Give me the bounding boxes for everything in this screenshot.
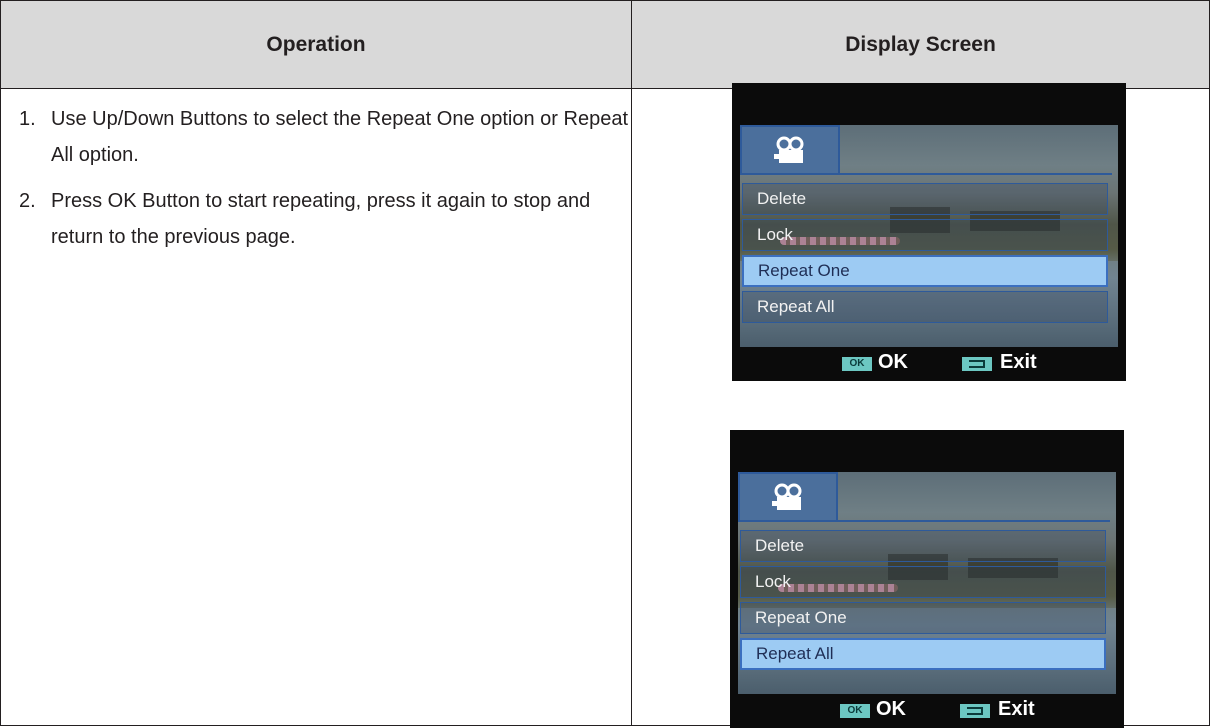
- back-arrow-icon: [960, 704, 990, 718]
- header-operation: Operation: [266, 33, 366, 56]
- movie-camera-icon: [772, 483, 802, 510]
- ok-button-icon: OK: [840, 704, 870, 718]
- menu-item-delete[interactable]: Delete: [742, 183, 1108, 215]
- step-text: Press OK Button to start repeating, pres…: [51, 190, 591, 248]
- exit-label: Exit: [998, 698, 1035, 720]
- display-screen-repeat-one: Delete Lock Repeat One Repeat All OK OK …: [732, 83, 1126, 381]
- column-divider: [631, 1, 632, 725]
- menu-tab[interactable]: [738, 472, 838, 522]
- step-number: 1.: [19, 108, 36, 130]
- softkey-bar: OK OK Exit: [730, 694, 1124, 728]
- step-number: 2.: [19, 190, 36, 212]
- menu-item-lock[interactable]: Lock: [740, 566, 1106, 598]
- table-header: Operation Display Screen: [1, 1, 1209, 89]
- ok-label: OK: [878, 351, 908, 373]
- exit-label: Exit: [1000, 351, 1037, 373]
- menu-item-delete[interactable]: Delete: [740, 530, 1106, 562]
- menu-item-lock[interactable]: Lock: [742, 219, 1108, 251]
- header-display-screen: Display Screen: [845, 33, 996, 56]
- back-arrow-icon: [962, 357, 992, 371]
- step-item: 1. Use Up/Down Buttons to select the Rep…: [19, 101, 631, 173]
- menu-item-repeat-all[interactable]: Repeat All: [740, 638, 1106, 670]
- softkey-bar: OK OK Exit: [732, 347, 1126, 381]
- menu-item-repeat-one[interactable]: Repeat One: [742, 255, 1108, 287]
- menu-item-repeat-one[interactable]: Repeat One: [740, 602, 1106, 634]
- menu-tab[interactable]: [740, 125, 840, 175]
- operation-steps: 1. Use Up/Down Buttons to select the Rep…: [19, 101, 631, 265]
- display-screen-repeat-all: Delete Lock Repeat One Repeat All OK OK …: [730, 430, 1124, 728]
- movie-camera-icon: [774, 136, 804, 163]
- ok-button-icon: OK: [842, 357, 872, 371]
- ok-label: OK: [876, 698, 906, 720]
- menu-item-repeat-all[interactable]: Repeat All: [742, 291, 1108, 323]
- step-text: Use Up/Down Buttons to select the Repeat…: [51, 108, 629, 166]
- step-item: 2. Press OK Button to start repeating, p…: [19, 183, 631, 255]
